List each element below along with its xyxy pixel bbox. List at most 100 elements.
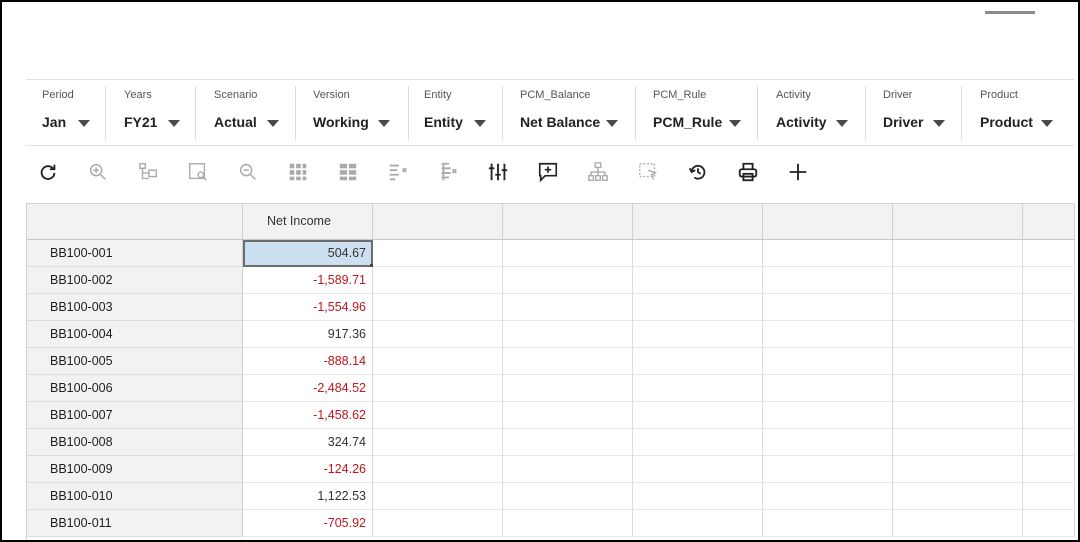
empty-cell[interactable]	[633, 456, 763, 483]
row-header[interactable]: BB100-001	[27, 240, 243, 267]
chevron-down-icon[interactable]	[474, 120, 486, 127]
empty-cell[interactable]	[373, 375, 503, 402]
empty-cell[interactable]	[503, 456, 633, 483]
row-header[interactable]: BB100-002	[27, 267, 243, 294]
empty-cell[interactable]	[503, 321, 633, 348]
refresh-icon[interactable]	[36, 160, 60, 184]
drag-handle[interactable]	[985, 11, 1035, 14]
empty-cell[interactable]	[633, 483, 763, 510]
empty-cell[interactable]	[373, 294, 503, 321]
empty-cell[interactable]	[893, 483, 1023, 510]
pov-period[interactable]: Period Jan	[26, 80, 106, 146]
empty-cell[interactable]	[1023, 429, 1075, 456]
empty-cell[interactable]	[763, 402, 893, 429]
empty-cell[interactable]	[633, 294, 763, 321]
net-income-cell[interactable]: 917.36	[243, 321, 373, 348]
empty-cell[interactable]	[893, 429, 1023, 456]
empty-cell[interactable]	[893, 240, 1023, 267]
empty-cell[interactable]	[503, 294, 633, 321]
empty-cell[interactable]	[893, 375, 1023, 402]
empty-cell[interactable]	[373, 456, 503, 483]
pov-pcm-rule[interactable]: PCM_Rule PCM_Rule	[636, 80, 758, 146]
empty-cell[interactable]	[763, 321, 893, 348]
chevron-down-icon[interactable]	[267, 120, 279, 127]
empty-cell[interactable]	[1023, 483, 1075, 510]
chevron-down-icon[interactable]	[606, 120, 618, 127]
chevron-down-icon[interactable]	[168, 120, 180, 127]
row-header[interactable]: BB100-007	[27, 402, 243, 429]
net-income-cell[interactable]: -1,589.71	[243, 267, 373, 294]
empty-cell[interactable]	[1023, 294, 1075, 321]
net-income-cell[interactable]: 1,122.53	[243, 483, 373, 510]
empty-cell[interactable]	[1023, 348, 1075, 375]
net-income-cell[interactable]: -888.14	[243, 348, 373, 375]
empty-cell[interactable]	[1023, 510, 1075, 537]
hierarchy-icon[interactable]	[586, 160, 610, 184]
net-income-cell[interactable]: -124.26	[243, 456, 373, 483]
chevron-down-icon[interactable]	[1041, 120, 1053, 127]
empty-cell[interactable]	[893, 267, 1023, 294]
net-income-cell[interactable]: -2,484.52	[243, 375, 373, 402]
row-header[interactable]: BB100-009	[27, 456, 243, 483]
empty-cell[interactable]	[503, 483, 633, 510]
net-income-cell[interactable]: 504.67	[243, 240, 375, 269]
suppress-rows-icon[interactable]	[386, 160, 410, 184]
empty-cell[interactable]	[373, 402, 503, 429]
add-icon[interactable]	[786, 160, 810, 184]
adjust-icon[interactable]	[486, 160, 510, 184]
zoom-in-icon[interactable]	[86, 160, 110, 184]
chevron-down-icon[interactable]	[836, 120, 848, 127]
zoom-to-fit-icon[interactable]	[186, 160, 210, 184]
empty-cell[interactable]	[763, 429, 893, 456]
pov-pcm-balance[interactable]: PCM_Balance Net Balance	[503, 80, 636, 146]
pov-entity[interactable]: Entity Entity	[409, 80, 503, 146]
pov-version[interactable]: Version Working	[296, 80, 409, 146]
empty-cell[interactable]	[373, 348, 503, 375]
row-header[interactable]: BB100-011	[27, 510, 243, 537]
empty-cell[interactable]	[763, 510, 893, 537]
empty-cell[interactable]	[893, 510, 1023, 537]
empty-cell[interactable]	[893, 402, 1023, 429]
empty-cell[interactable]	[763, 456, 893, 483]
empty-cell[interactable]	[633, 267, 763, 294]
empty-cell[interactable]	[633, 321, 763, 348]
empty-cell[interactable]	[633, 240, 763, 267]
zoom-out-icon[interactable]	[236, 160, 260, 184]
empty-cell[interactable]	[503, 267, 633, 294]
chevron-down-icon[interactable]	[729, 120, 741, 127]
pov-product[interactable]: Product Product	[962, 80, 1072, 146]
empty-cell[interactable]	[503, 510, 633, 537]
empty-cell[interactable]	[633, 510, 763, 537]
keep-selected-icon[interactable]	[136, 160, 160, 184]
net-income-cell[interactable]: 324.74	[243, 429, 373, 456]
empty-cell[interactable]	[373, 510, 503, 537]
select-region-icon[interactable]	[636, 160, 660, 184]
empty-cell[interactable]	[1023, 240, 1075, 267]
empty-cell[interactable]	[503, 402, 633, 429]
empty-cell[interactable]	[763, 267, 893, 294]
empty-cell[interactable]	[893, 321, 1023, 348]
empty-cell[interactable]	[503, 375, 633, 402]
row-header[interactable]: BB100-006	[27, 375, 243, 402]
empty-cell[interactable]	[1023, 456, 1075, 483]
pov-driver[interactable]: Driver Driver	[866, 80, 962, 146]
net-income-cell[interactable]: -1,554.96	[243, 294, 373, 321]
row-header[interactable]: BB100-005	[27, 348, 243, 375]
empty-cell[interactable]	[893, 456, 1023, 483]
empty-cell[interactable]	[373, 267, 503, 294]
empty-cell[interactable]	[503, 240, 633, 267]
empty-cell[interactable]	[503, 348, 633, 375]
suppress-columns-icon[interactable]	[436, 160, 460, 184]
print-icon[interactable]	[736, 160, 760, 184]
empty-cell[interactable]	[893, 348, 1023, 375]
empty-cell[interactable]	[373, 240, 503, 267]
empty-cell[interactable]	[633, 348, 763, 375]
empty-cell[interactable]	[763, 240, 893, 267]
row-header[interactable]: BB100-008	[27, 429, 243, 456]
row-header[interactable]: BB100-004	[27, 321, 243, 348]
empty-cell[interactable]	[763, 375, 893, 402]
add-comment-icon[interactable]	[536, 160, 560, 184]
empty-cell[interactable]	[373, 321, 503, 348]
pov-years[interactable]: Years FY21	[106, 80, 196, 146]
empty-cell[interactable]	[503, 429, 633, 456]
